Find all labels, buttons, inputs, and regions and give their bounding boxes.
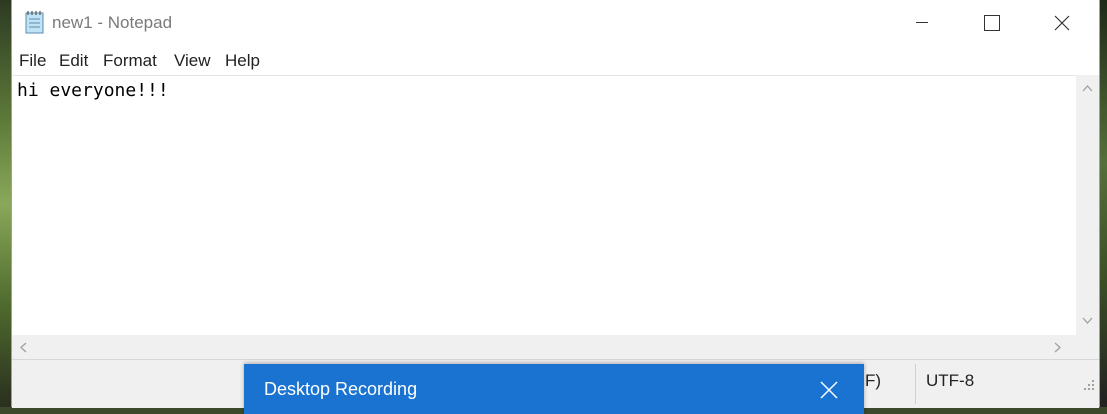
menu-edit[interactable]: Edit [59,51,88,71]
desktop-background-right [1099,0,1107,407]
maximize-button[interactable] [969,0,1015,46]
scrollbar-corner [1076,335,1099,359]
notepad-icon [24,10,46,34]
editor-content[interactable]: hi everyone!!! [17,80,169,101]
menu-view[interactable]: View [174,51,211,71]
scroll-left-icon[interactable] [18,341,28,354]
scroll-up-icon[interactable] [1081,83,1094,93]
notepad-window: new1 - Notepad File Edit Format View Hel… [11,0,1100,408]
status-divider [915,364,916,404]
toast-close-icon[interactable] [814,375,844,405]
menu-file[interactable]: File [19,51,46,71]
menu-bar: File Edit Format View Help [12,46,1099,74]
scroll-down-icon[interactable] [1081,315,1094,325]
toast-title: Desktop Recording [264,379,418,399]
vertical-scrollbar[interactable] [1076,75,1099,335]
scroll-right-icon[interactable] [1052,341,1062,354]
window-title: new1 - Notepad [52,13,173,32]
status-line-ending: F) [865,371,882,390]
title-bar[interactable]: new1 - Notepad [12,0,1099,46]
text-editor[interactable]: hi everyone!!! [12,75,1076,336]
horizontal-scrollbar[interactable] [12,335,1076,359]
menu-help[interactable]: Help [225,51,260,71]
close-button[interactable] [1039,0,1085,46]
resize-grip-icon[interactable] [1082,378,1096,392]
minimize-button[interactable] [899,0,945,46]
menu-format[interactable]: Format [103,51,157,71]
status-encoding: UTF-8 [926,371,975,390]
